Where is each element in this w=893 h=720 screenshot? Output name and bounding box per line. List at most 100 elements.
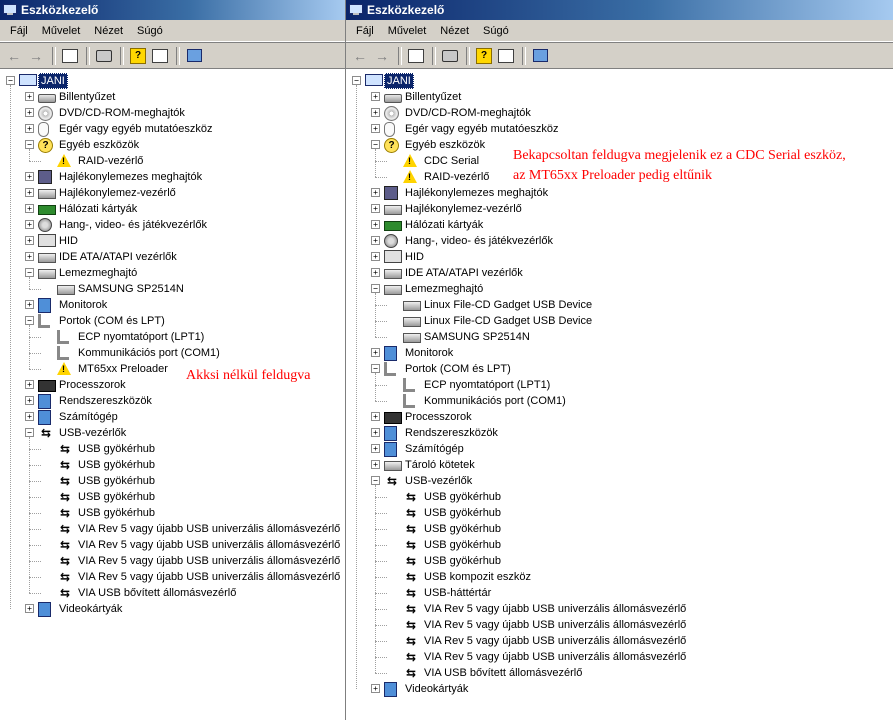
tree-category-item[interactable]: + Hajlékonylemezes meghajtók	[0, 169, 345, 185]
tree-category-item[interactable]: + Hálózati kártyák	[346, 217, 893, 233]
menu-help[interactable]: Súgó	[477, 22, 515, 40]
help-button[interactable]: ?	[474, 46, 494, 66]
tree-device-item[interactable]: ⇆ USB gyökérhub	[0, 473, 345, 489]
forward-button[interactable]: →	[26, 46, 46, 66]
collapse-toggle[interactable]: −	[371, 364, 380, 373]
expand-toggle[interactable]: +	[371, 428, 380, 437]
tree-category-item[interactable]: + HID	[0, 233, 345, 249]
tree-device-item[interactable]: ⇆ VIA Rev 5 vagy újabb USB univerzális ál…	[346, 633, 893, 649]
back-button[interactable]: ←	[4, 46, 24, 66]
expand-toggle[interactable]: +	[371, 268, 380, 277]
tree-device-item[interactable]: SAMSUNG SP2514N	[0, 281, 345, 297]
tree-category-item[interactable]: + Tároló kötetek	[346, 457, 893, 473]
expand-toggle[interactable]: +	[371, 460, 380, 469]
tree-category-item[interactable]: + Billentyűzet	[346, 89, 893, 105]
tree-device-item[interactable]: ! RAID-vezérlő	[0, 153, 345, 169]
expand-toggle[interactable]: +	[25, 124, 34, 133]
tree-device-item[interactable]: ⇆ USB gyökérhub	[346, 537, 893, 553]
tree-device-item[interactable]: ⇆ VIA Rev 5 vagy újabb USB univerzális ál…	[0, 521, 345, 537]
tree-device-item[interactable]: Linux File-CD Gadget USB Device	[346, 313, 893, 329]
expand-toggle[interactable]: +	[25, 188, 34, 197]
expand-toggle[interactable]: +	[25, 220, 34, 229]
tree-category-item[interactable]: + Videokártyák	[0, 601, 345, 617]
print-button[interactable]	[94, 46, 114, 66]
tree-device-item[interactable]: ECP nyomtatóport (LPT1)	[346, 377, 893, 393]
tree-category-item[interactable]: + Számítógép	[0, 409, 345, 425]
menu-action[interactable]: Művelet	[382, 22, 433, 40]
tree-device-item[interactable]: ⇆ USB-háttértár	[346, 585, 893, 601]
title-bar[interactable]: Eszközkezelő	[0, 0, 345, 20]
tree-category-item[interactable]: + Hálózati kártyák	[0, 201, 345, 217]
expand-toggle[interactable]: +	[371, 92, 380, 101]
help-button[interactable]: ?	[128, 46, 148, 66]
tree-device-item[interactable]: ⇆ VIA USB bővített állomásvezérlő	[346, 665, 893, 681]
collapse-toggle[interactable]: −	[25, 268, 34, 277]
tree-device-item[interactable]: ⇆ USB gyökérhub	[0, 441, 345, 457]
tree-category-item[interactable]: + Számítógép	[346, 441, 893, 457]
expand-toggle[interactable]: +	[25, 252, 34, 261]
tree-category-item[interactable]: + HID	[346, 249, 893, 265]
tree-device-item[interactable]: Kommunikációs port (COM1)	[0, 345, 345, 361]
expand-toggle[interactable]: +	[25, 380, 34, 389]
expand-toggle[interactable]: +	[25, 412, 34, 421]
tree-category-item[interactable]: + Rendszereszközök	[0, 393, 345, 409]
tree-device-item[interactable]: ⇆ VIA Rev 5 vagy újabb USB univerzális ál…	[346, 601, 893, 617]
expand-toggle[interactable]: +	[371, 204, 380, 213]
expand-toggle[interactable]: +	[371, 188, 380, 197]
tree-category-item[interactable]: + Rendszereszközök	[346, 425, 893, 441]
tree-category-item[interactable]: + Videokártyák	[346, 681, 893, 697]
tree-device-item[interactable]: ⇆ USB gyökérhub	[0, 457, 345, 473]
tree-category-item[interactable]: + Hajlékonylemez-vezérlő	[346, 201, 893, 217]
tree-category-item[interactable]: − ⇆ USB-vezérlők	[0, 425, 345, 441]
tree-device-item[interactable]: ⇆ USB gyökérhub	[346, 489, 893, 505]
menu-view[interactable]: Nézet	[88, 22, 129, 40]
show-hide-action-pane-button[interactable]	[496, 46, 516, 66]
tree-device-item[interactable]: ⇆ USB kompozit eszköz	[346, 569, 893, 585]
tree-device-item[interactable]: ⇆ USB gyökérhub	[346, 553, 893, 569]
tree-device-item[interactable]: Kommunikációs port (COM1)	[346, 393, 893, 409]
menu-view[interactable]: Nézet	[434, 22, 475, 40]
expand-toggle[interactable]: +	[371, 236, 380, 245]
collapse-toggle[interactable]: −	[371, 284, 380, 293]
expand-toggle[interactable]: +	[371, 444, 380, 453]
tree-device-item[interactable]: ⇆ USB gyökérhub	[0, 505, 345, 521]
tree-category-item[interactable]: −? Egyéb eszközök	[0, 137, 345, 153]
expand-toggle[interactable]: +	[371, 252, 380, 261]
expand-toggle[interactable]: +	[25, 92, 34, 101]
print-button[interactable]	[440, 46, 460, 66]
tree-root-item[interactable]: − JANI	[346, 73, 893, 89]
show-hide-console-tree-button[interactable]	[60, 46, 80, 66]
collapse-toggle[interactable]: −	[371, 476, 380, 485]
expand-toggle[interactable]: +	[25, 236, 34, 245]
tree-category-item[interactable]: + Egér vagy egyéb mutatóeszköz	[346, 121, 893, 137]
show-hide-action-pane-button[interactable]	[150, 46, 170, 66]
collapse-toggle[interactable]: −	[371, 140, 380, 149]
tree-category-item[interactable]: + Egér vagy egyéb mutatóeszköz	[0, 121, 345, 137]
expand-toggle[interactable]: +	[25, 300, 34, 309]
expand-toggle[interactable]: +	[25, 396, 34, 405]
expand-toggle[interactable]: +	[371, 412, 380, 421]
tree-device-item[interactable]: ⇆ VIA Rev 5 vagy újabb USB univerzális ál…	[0, 537, 345, 553]
expand-toggle[interactable]: +	[371, 348, 380, 357]
tree-category-item[interactable]: − ⇆ USB-vezérlők	[346, 473, 893, 489]
tree-category-item[interactable]: + Processzorok	[346, 409, 893, 425]
tree-root-item[interactable]: − JANI	[0, 73, 345, 89]
tree-category-item[interactable]: + DVD/CD-ROM-meghajtók	[0, 105, 345, 121]
scan-hardware-button[interactable]	[184, 46, 204, 66]
tree-device-item[interactable]: ⇆ VIA Rev 5 vagy újabb USB univerzális ál…	[346, 649, 893, 665]
tree-category-item[interactable]: + Monitorok	[0, 297, 345, 313]
tree-category-item[interactable]: + DVD/CD-ROM-meghajtók	[346, 105, 893, 121]
collapse-toggle[interactable]: −	[25, 316, 34, 325]
tree-category-item[interactable]: + Hang-, video- és játékvezérlők	[346, 233, 893, 249]
tree-category-item[interactable]: + IDE ATA/ATAPI vezérlők	[0, 249, 345, 265]
tree-category-item[interactable]: + IDE ATA/ATAPI vezérlők	[346, 265, 893, 281]
tree-device-item[interactable]: ⇆ VIA Rev 5 vagy újabb USB univerzális ál…	[0, 553, 345, 569]
back-button[interactable]: ←	[350, 46, 370, 66]
expand-toggle[interactable]: +	[25, 204, 34, 213]
forward-button[interactable]: →	[372, 46, 392, 66]
scan-hardware-button[interactable]	[530, 46, 550, 66]
tree-category-item[interactable]: − Portok (COM és LPT)	[0, 313, 345, 329]
expand-toggle[interactable]: +	[371, 684, 380, 693]
menu-action[interactable]: Művelet	[36, 22, 87, 40]
tree-device-item[interactable]: SAMSUNG SP2514N	[346, 329, 893, 345]
